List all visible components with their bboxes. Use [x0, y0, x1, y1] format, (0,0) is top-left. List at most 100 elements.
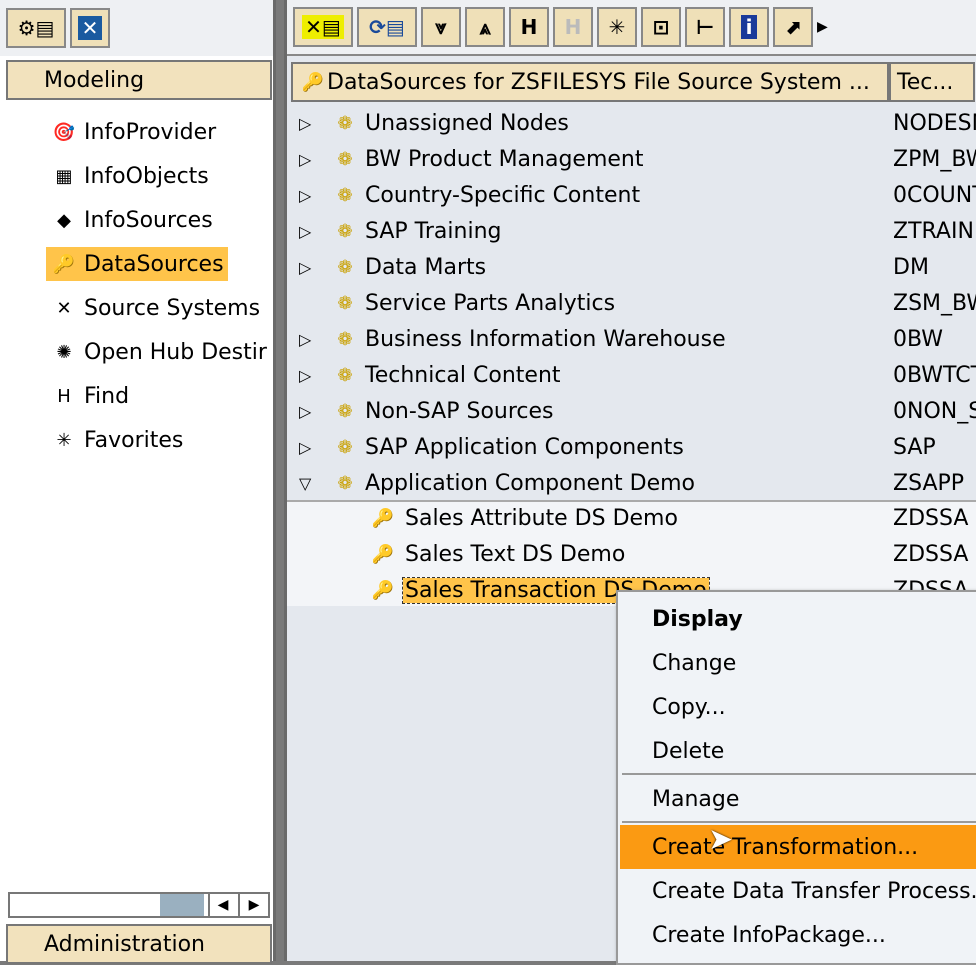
menu-item-label: Change — [652, 650, 737, 676]
tree-column-header[interactable]: 🔑 DataSources for ZSFILESYS File Source S… — [291, 62, 889, 102]
expander-icon[interactable]: ▷ — [299, 150, 331, 169]
menu-item-copy[interactable]: Copy... — [620, 685, 976, 729]
expander-icon[interactable]: ▷ — [299, 222, 331, 241]
favorites-icon: ✳ — [56, 429, 72, 451]
menu-item-label: Copy... — [652, 694, 726, 720]
expander-icon[interactable]: ▷ — [299, 402, 331, 421]
nav-item-open-hub-destir[interactable]: ✺ Open Hub Destir — [46, 335, 271, 369]
datasource-icon: 🔑 — [371, 507, 395, 529]
expand-all-button[interactable]: ⩔ — [421, 7, 461, 47]
application-component-icon: ❁ — [337, 436, 353, 458]
tree-node[interactable]: ▽ ❁ Application Component Demo — [287, 465, 887, 501]
menu-item-label: Delete — [652, 738, 725, 764]
menu-item-change[interactable]: Change — [620, 641, 976, 685]
menu-item-create-infopackage[interactable]: Create InfoPackage... — [620, 913, 976, 957]
nav-item-find[interactable]: H Find — [46, 379, 133, 413]
object-menu-button[interactable]: ⚙▤ — [6, 8, 66, 48]
application-component-icon: ❁ — [337, 220, 353, 242]
nav-item-source-systems[interactable]: ✕ Source Systems — [46, 291, 264, 325]
application-component-icon: ❁ — [337, 148, 353, 170]
refresh-menu-button[interactable]: ⟳▤ — [357, 7, 417, 47]
node-label: SAP Training — [365, 218, 502, 244]
toolbar-overflow-icon[interactable]: ▶ — [817, 19, 828, 35]
node-label: Technical Content — [365, 362, 561, 388]
infosources-icon: ◆ — [57, 209, 71, 231]
tree-node[interactable]: ▷ ❁ Non-SAP Sources — [287, 393, 887, 429]
tree-node[interactable]: ▷ ❁ Business Information Warehouse — [287, 321, 887, 357]
tree-node[interactable]: ▷ ❁ Data Marts — [287, 249, 887, 285]
menu-item-create-data-transfer-process[interactable]: Create Data Transfer Process... — [620, 869, 976, 913]
refresh-icon: ⟳▤ — [369, 15, 405, 39]
expander-icon[interactable]: ▷ — [299, 114, 331, 133]
source-system-icon: ✕▤ — [302, 15, 344, 39]
scrollbar-thumb[interactable] — [160, 894, 204, 916]
find-button[interactable]: H — [509, 7, 549, 47]
nav-item-infoprovider[interactable]: 🎯 InfoProvider — [46, 115, 220, 149]
node-technical-name: 0NON_SAP — [893, 398, 976, 424]
nav-item-favorites[interactable]: ✳ Favorites — [46, 423, 187, 457]
tree-node[interactable]: ▷ ❁ BW Product Management — [287, 141, 887, 177]
menu-item-create-transformation[interactable]: Create Transformation... — [620, 825, 976, 869]
expander-icon[interactable]: ▷ — [299, 330, 331, 349]
expander-icon[interactable]: ▷ — [299, 366, 331, 385]
tree-node[interactable]: ▷ ❁ SAP Application Components — [287, 429, 887, 465]
tree-node[interactable]: ▷ ❁ Unassigned Nodes — [287, 105, 887, 141]
node-technical-name: 0BW — [893, 326, 944, 352]
modeling-section-header[interactable]: Modeling — [6, 60, 272, 100]
node-technical-name: ZPM_BW — [893, 146, 976, 172]
context-menu: Display Change Copy... Delete Manage Create T… — [616, 590, 976, 965]
menu-item-manage[interactable]: Manage — [620, 777, 976, 821]
datasource-node[interactable]: 🔑 Sales Attribute DS Demo — [287, 500, 887, 536]
menu-separator — [622, 821, 976, 823]
left-toolbar: ⚙▤ ✕ — [0, 0, 273, 56]
more-button[interactable]: ⬈ — [773, 7, 813, 47]
source-system-menu-button[interactable]: ✕▤ — [293, 7, 353, 47]
binoculars-icon: H — [57, 385, 71, 407]
scroll-right-button[interactable]: ▶ — [238, 894, 268, 916]
left-navigation-panel: ⚙▤ ✕ Modeling 🎯 InfoProvider ▦ InfoObjects ◆… — [0, 0, 276, 964]
expander-icon[interactable]: ▽ — [299, 474, 331, 493]
tree-toolbar: ✕▤ ⟳▤ ⩔ ⩓ H H ✳ ⊡ ⊢ i ⬈ ▶ — [287, 0, 976, 56]
hierarchy-icon: ⊢ — [695, 15, 715, 39]
tree-node[interactable]: ▷ ❁ Technical Content — [287, 357, 887, 393]
nav-item-infosources[interactable]: ◆ InfoSources — [46, 203, 217, 237]
nav-item-datasources[interactable]: 🔑 DataSources — [46, 247, 228, 281]
menu-item-display[interactable]: Display — [620, 597, 976, 641]
tree-node[interactable]: ▷ ❁ SAP Training — [287, 213, 887, 249]
technical-name-column-header[interactable]: Tec... — [889, 62, 975, 102]
close-button[interactable]: ✕ — [70, 8, 110, 48]
datasource-icon: 🔑 — [371, 579, 395, 601]
expander-icon[interactable]: ▷ — [299, 258, 331, 277]
node-technical-name: 0COUNTRY — [893, 182, 976, 208]
horizontal-scrollbar[interactable]: ◀ ▶ — [8, 892, 270, 918]
create-button[interactable]: ✳ — [597, 7, 637, 47]
nav-item-infoobjects[interactable]: ▦ InfoObjects — [46, 159, 213, 193]
expander-icon[interactable]: ▷ — [299, 186, 331, 205]
infoobjects-icon: ▦ — [55, 165, 73, 187]
mouse-cursor-icon: ➤ — [708, 822, 734, 857]
info-button[interactable]: i — [729, 7, 769, 47]
datasource-icon: 🔑 — [301, 71, 325, 93]
datasource-label: Sales Text DS Demo — [405, 541, 626, 567]
collapse-all-button[interactable]: ⩓ — [465, 7, 505, 47]
close-icon: ✕ — [77, 16, 103, 40]
expander-icon[interactable]: ▷ — [299, 438, 331, 457]
node-label: Country-Specific Content — [365, 182, 641, 208]
menu-separator — [622, 773, 976, 775]
hierarchy-button[interactable]: ⊢ — [685, 7, 725, 47]
nav-item-label: InfoSources — [84, 207, 213, 233]
tree-node[interactable]: ▷ ❁ Country-Specific Content — [287, 177, 887, 213]
monitor-button[interactable]: ⊡ — [641, 7, 681, 47]
node-label: BW Product Management — [365, 146, 644, 172]
datasource-node[interactable]: 🔑 Sales Text DS Demo — [287, 536, 887, 572]
scroll-left-button[interactable]: ◀ — [208, 894, 236, 916]
menu-item-label: Create Data Transfer Process... — [652, 878, 976, 904]
menu-item-label: Create InfoPackage... — [652, 922, 886, 948]
find-next-button[interactable]: H — [553, 7, 593, 47]
menu-item-delete[interactable]: Delete — [620, 729, 976, 773]
menu-item-label: Create Transformation... — [652, 834, 919, 860]
tree-header-label: DataSources for ZSFILESYS File Source Sy… — [327, 69, 870, 95]
administration-section-header[interactable]: Administration — [6, 924, 272, 964]
tree-node[interactable]: ❁ Service Parts Analytics — [287, 285, 887, 321]
nav-item-label: InfoObjects — [84, 163, 209, 189]
